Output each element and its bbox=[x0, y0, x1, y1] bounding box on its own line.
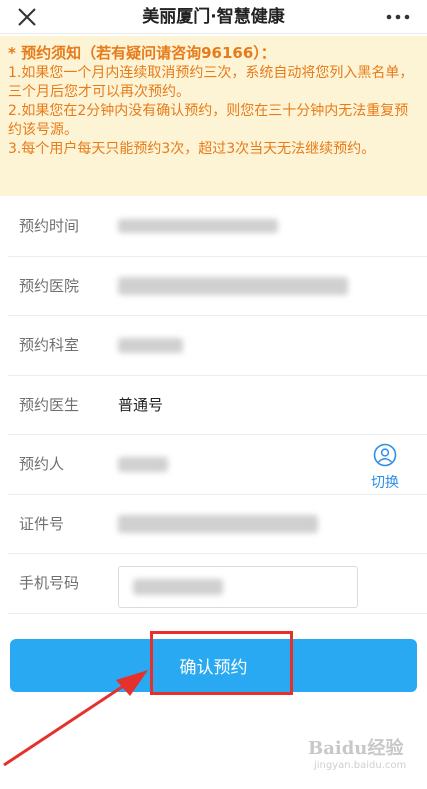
watermark-sub: jingyan.baidu.com bbox=[314, 760, 407, 771]
more-dots-icon[interactable] bbox=[383, 6, 413, 28]
annotation-arrow-icon bbox=[3, 670, 148, 767]
notice-line-3: 3.每个用户每天只能预约3次，超过3次当天无法继续预约。 bbox=[8, 141, 376, 157]
switch-label: 切换 bbox=[371, 475, 399, 491]
booking-notice: * 预约须知（若有疑问请咨询96166）： 1.如果您一个月内连续取消预约三次，… bbox=[0, 36, 427, 196]
row-doctor: 预约医生 普通号 bbox=[8, 376, 427, 435]
top-bar: 美丽厦门·智慧健康 bbox=[0, 0, 427, 34]
redacted-appointment-time bbox=[118, 219, 278, 233]
row-patient: 预约人 切换 bbox=[8, 435, 427, 495]
page-title: 美丽厦门·智慧健康 bbox=[142, 7, 285, 27]
switch-patient-button[interactable]: 切换 bbox=[365, 443, 405, 491]
row-hospital: 预约医院 bbox=[8, 257, 427, 316]
row-appointment-time: 预约时间 bbox=[8, 197, 427, 257]
redacted-phone bbox=[133, 579, 223, 595]
label-doctor: 预约医生 bbox=[19, 395, 80, 414]
row-id-number: 证件号 bbox=[8, 495, 427, 554]
phone-input[interactable] bbox=[118, 566, 358, 608]
redacted-patient bbox=[118, 457, 168, 472]
user-switch-icon bbox=[373, 443, 397, 467]
notice-line-2: 2.如果您在2分钟内没有确认预约，则您在三十分钟内无法重复预约该号源。 bbox=[8, 103, 409, 138]
redacted-department bbox=[118, 338, 183, 353]
row-department: 预约科室 bbox=[8, 316, 427, 376]
redacted-id-number bbox=[118, 514, 318, 533]
label-id-number: 证件号 bbox=[19, 514, 65, 533]
label-appointment-time: 预约时间 bbox=[19, 217, 80, 235]
label-hospital: 预约医院 bbox=[19, 276, 80, 295]
label-department: 预约科室 bbox=[19, 336, 80, 354]
watermark-logo: Baidu经验 jingyan.baidu.com bbox=[300, 728, 420, 782]
watermark-main: Baidu经验 bbox=[308, 738, 404, 759]
annotation-highlight-box bbox=[150, 631, 293, 695]
close-icon[interactable] bbox=[14, 4, 40, 30]
label-patient: 预约人 bbox=[19, 455, 65, 473]
redacted-hospital bbox=[118, 276, 348, 295]
value-doctor: 普通号 bbox=[118, 395, 164, 414]
notice-line-1: 1.如果您一个月内连续取消预约三次，系统自动将您列入黑名单，三个月后您才可以再次… bbox=[8, 65, 414, 100]
booking-form: 预约时间 预约医院 预约科室 预约医生 普通号 预约人 切换 证件号 手机号码 bbox=[0, 197, 427, 614]
row-phone: 手机号码 bbox=[8, 554, 427, 614]
notice-title: * 预约须知（若有疑问请咨询96166）： bbox=[8, 44, 276, 62]
label-phone: 手机号码 bbox=[19, 574, 80, 592]
